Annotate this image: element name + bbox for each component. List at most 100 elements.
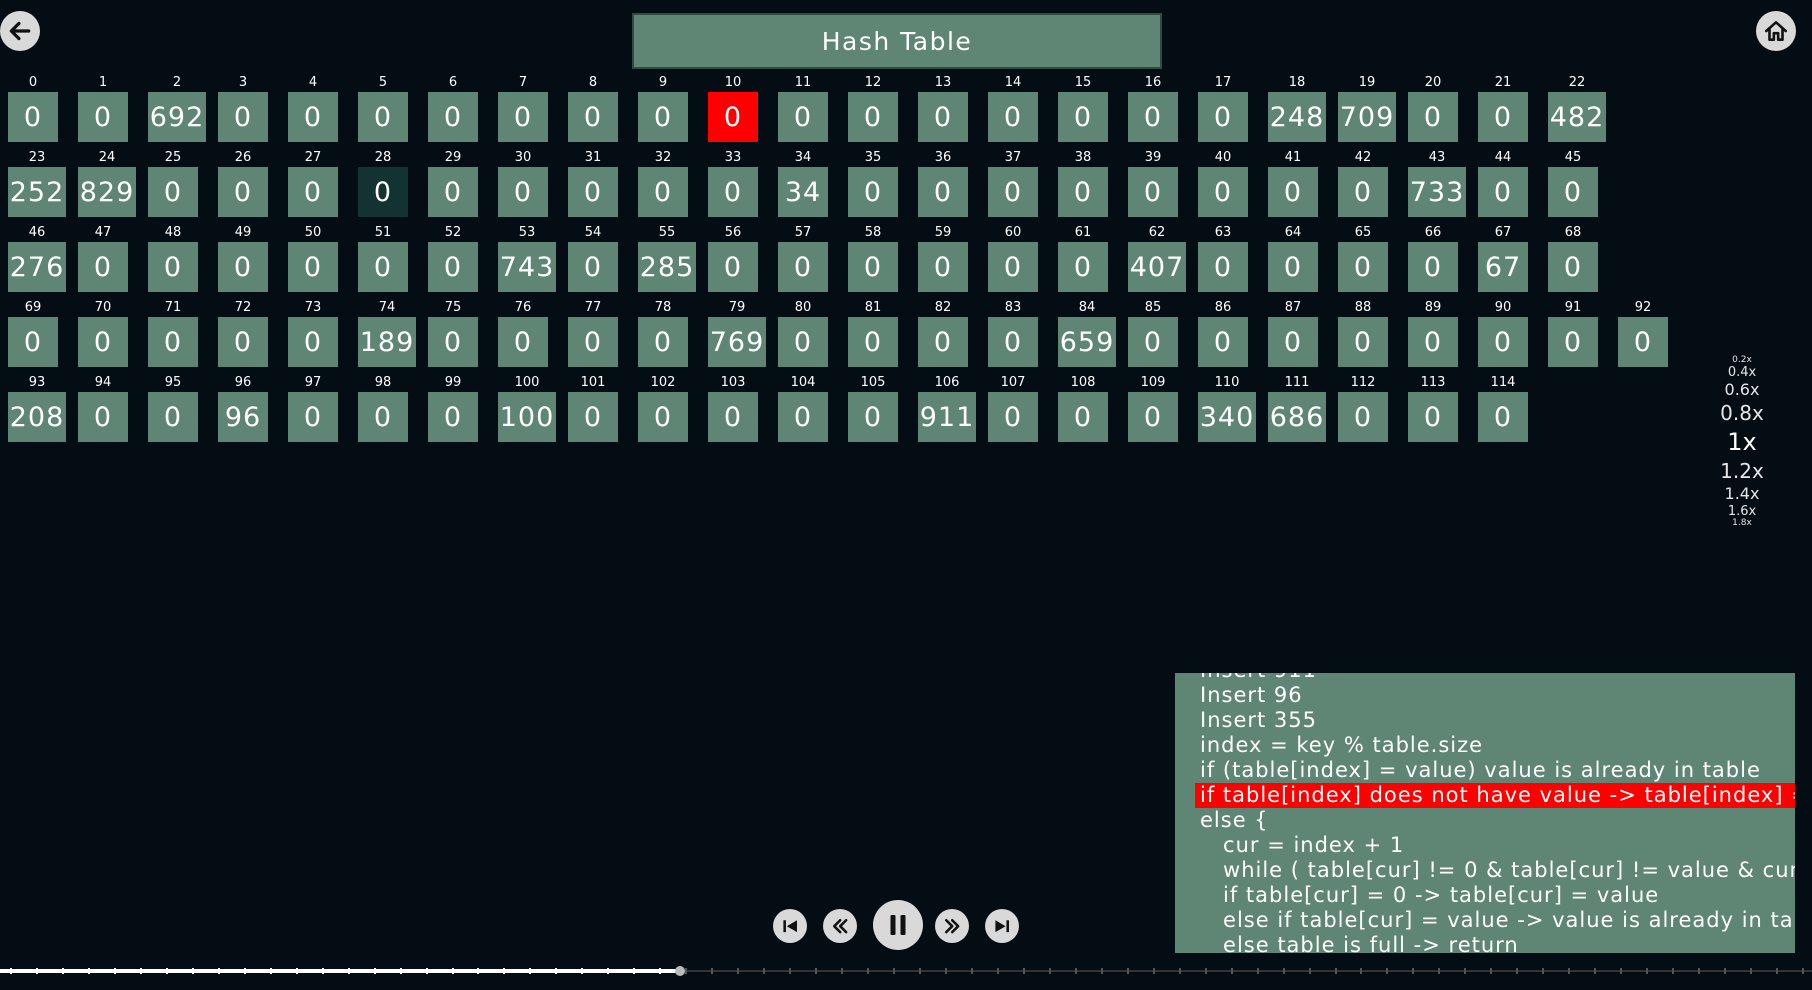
skip-to-end-button[interactable]	[985, 909, 1019, 943]
cell-index-label: 25	[164, 150, 182, 165]
table-cell: 28 0	[358, 150, 408, 217]
table-cell: 88 0	[1338, 300, 1388, 367]
cell-value: 0	[1268, 242, 1318, 292]
cell-index-label: 20	[1424, 75, 1442, 90]
cell-value: 0	[638, 167, 688, 217]
progress-bar[interactable]	[0, 966, 1812, 976]
cell-index-label: 89	[1424, 300, 1442, 315]
cell-value: 0	[568, 92, 618, 142]
table-cell: 18 248	[1268, 75, 1326, 142]
cell-index-label: 5	[378, 75, 388, 90]
cell-value: 0	[1198, 317, 1248, 367]
table-cell: 90 0	[1478, 300, 1528, 367]
cell-value: 0	[1338, 317, 1388, 367]
cell-value: 0	[428, 167, 478, 217]
progress-tick	[1308, 968, 1311, 974]
cell-index-label: 49	[234, 225, 252, 240]
zoom-option[interactable]: 1x	[1700, 430, 1784, 454]
table-cell: 15 0	[1058, 75, 1108, 142]
progress-tick	[1178, 968, 1181, 974]
cell-index-label: 26	[234, 150, 252, 165]
cell-index-label: 105	[860, 375, 886, 390]
cell-value: 0	[778, 242, 828, 292]
cell-index-label: 91	[1564, 300, 1582, 315]
table-cell: 106 911	[918, 375, 976, 442]
progress-tick	[1360, 968, 1363, 974]
progress-tick	[295, 968, 298, 974]
progress-tick	[867, 968, 870, 974]
zoom-option[interactable]: 0.2x	[1700, 356, 1784, 365]
table-cell: 35 0	[848, 150, 898, 217]
cell-value: 0	[1548, 242, 1598, 292]
table-cell: 90	[638, 75, 688, 142]
cell-index-label: 46	[28, 225, 46, 240]
step-forward-button[interactable]	[935, 909, 969, 943]
zoom-option[interactable]: 0.6x	[1700, 382, 1784, 398]
cell-index-label: 6	[448, 75, 458, 90]
table-cell: 65 0	[1338, 225, 1388, 292]
table-cell: 52 0	[428, 225, 478, 292]
cell-value: 0	[1128, 167, 1178, 217]
progress-tick	[10, 968, 12, 974]
cell-value: 0	[428, 392, 478, 442]
progress-handle[interactable]	[674, 966, 685, 976]
progress-tick	[1126, 968, 1129, 974]
cell-value: 0	[1408, 92, 1458, 142]
cell-value: 0	[708, 92, 758, 142]
table-cell: 95 0	[148, 375, 198, 442]
cell-value: 0	[848, 242, 898, 292]
zoom-option[interactable]: 1.4x	[1700, 486, 1784, 502]
cell-value: 709	[1338, 92, 1396, 142]
cell-index-label: 45	[1564, 150, 1582, 165]
cell-index-label: 107	[1000, 375, 1026, 390]
progress-tick	[1672, 968, 1675, 974]
table-cell: 38 0	[1058, 150, 1108, 217]
zoom-option[interactable]: 1.2x	[1700, 461, 1784, 481]
zoom-option[interactable]: 0.8x	[1700, 403, 1784, 423]
cell-index-label: 17	[1214, 75, 1232, 90]
progress-tick	[191, 968, 194, 974]
table-cell: 22 482	[1548, 75, 1606, 142]
cell-value: 0	[78, 242, 128, 292]
home-button[interactable]	[1756, 11, 1796, 51]
zoom-option[interactable]: 1.6x	[1700, 505, 1784, 518]
cell-index-label: 42	[1354, 150, 1372, 165]
skip-to-start-button[interactable]	[773, 909, 807, 943]
table-cell: 56 0	[708, 225, 758, 292]
cell-index-label: 35	[864, 150, 882, 165]
table-cell: 47 0	[78, 225, 128, 292]
pseudocode-active-line: if table[index] does not have value -> t…	[1195, 783, 1795, 808]
step-back-button[interactable]	[823, 909, 857, 943]
progress-tick	[1594, 968, 1597, 974]
progress-tick	[1750, 968, 1753, 974]
pause-button[interactable]	[873, 900, 923, 950]
cell-index-label: 92	[1634, 300, 1652, 315]
table-cell: 60	[428, 75, 478, 142]
cell-index-label: 106	[934, 375, 960, 390]
table-cell: 39 0	[1128, 150, 1178, 217]
cell-index-label: 61	[1074, 225, 1092, 240]
cell-index-label: 74	[378, 300, 396, 315]
cell-index-label: 18	[1288, 75, 1306, 90]
table-cell: 54 0	[568, 225, 618, 292]
progress-tick	[659, 968, 662, 974]
table-cell: 85 0	[1128, 300, 1178, 367]
pseudocode-line: else if table[cur] = value -> value is a…	[1200, 908, 1795, 932]
progress-tick	[347, 968, 350, 974]
cell-value: 252	[8, 167, 66, 217]
cell-index-label: 111	[1284, 375, 1310, 390]
cell-value: 285	[638, 242, 696, 292]
progress-tick	[1802, 968, 1804, 974]
zoom-selector[interactable]: 0.2x 0.4x 0.6x 0.8x 1x 1.2x 1.4x 1.6x 1.8x	[1700, 356, 1784, 528]
progress-tick	[918, 968, 921, 974]
cell-index-label: 71	[164, 300, 182, 315]
cell-index-label: 104	[790, 375, 816, 390]
zoom-option[interactable]: 0.4x	[1700, 366, 1784, 379]
pseudocode-line: Insert 96	[1200, 683, 1303, 707]
cell-index-label: 30	[514, 150, 532, 165]
cell-index-label: 8	[588, 75, 598, 90]
cell-value: 0	[1338, 392, 1388, 442]
table-cell: 27 0	[288, 150, 338, 217]
table-cell: 61 0	[1058, 225, 1108, 292]
zoom-option[interactable]: 1.8x	[1700, 519, 1784, 528]
